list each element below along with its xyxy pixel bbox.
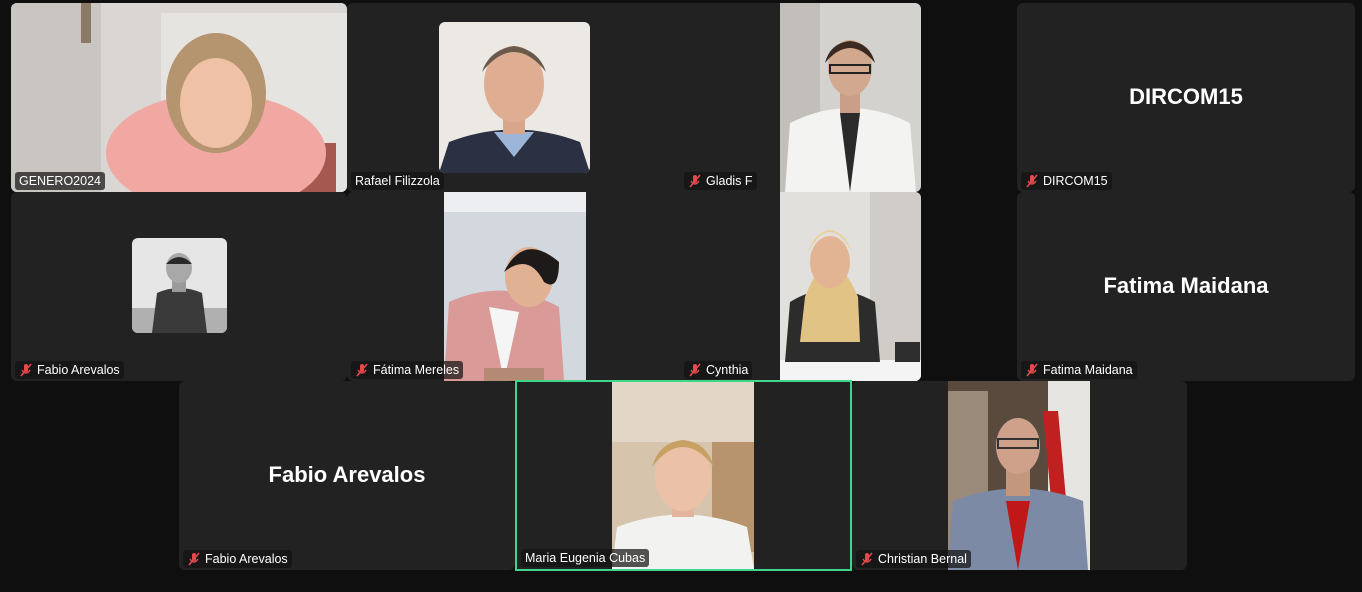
- participant-tile-gladis-f[interactable]: Gladis F: [680, 3, 921, 192]
- participant-tile-maria-eugenia-cubas[interactable]: Maria Eugenia Cubas: [515, 380, 852, 571]
- participant-name: Fabio Arevalos: [205, 552, 288, 566]
- microphone-muted-icon: [355, 363, 369, 377]
- participant-name: Rafael Filizzola: [355, 174, 440, 188]
- participant-video: [11, 3, 347, 192]
- participant-name-label: Fatima Maidana: [1021, 361, 1137, 379]
- participant-name-label: Fabio Arevalos: [183, 550, 292, 568]
- participant-name: Gladis F: [706, 174, 753, 188]
- participant-name-label: Maria Eugenia Cubas: [521, 549, 650, 567]
- participant-name: Fátima Mereles: [373, 363, 460, 377]
- participant-tile-genero2024[interactable]: GENERO2024: [11, 3, 347, 192]
- participant-tile-fabio-arevalos-2[interactable]: Fabio Arevalos Fabio Arevalos: [179, 381, 515, 570]
- participant-name: GENERO2024: [19, 174, 101, 188]
- avatar: [439, 22, 590, 173]
- participant-display-name: Fabio Arevalos: [268, 462, 426, 487]
- participant-name: Fabio Arevalos: [37, 363, 120, 377]
- microphone-muted-icon: [19, 363, 33, 377]
- participant-tile-fatima-maidana[interactable]: Fatima Maidana Fatima Maidana: [1017, 192, 1355, 381]
- participant-video: [780, 192, 921, 381]
- participant-video: [612, 382, 754, 569]
- participant-video: [780, 3, 921, 192]
- participant-tile-christian-bernal[interactable]: Christian Bernal: [852, 381, 1187, 570]
- participant-name-label: Fabio Arevalos: [15, 361, 124, 379]
- participant-name-label: Rafael Filizzola: [351, 172, 444, 190]
- participant-name: Maria Eugenia Cubas: [525, 551, 646, 565]
- participant-name: Cynthia: [706, 363, 749, 377]
- participant-tile-fabio-arevalos[interactable]: Fabio Arevalos: [11, 192, 347, 381]
- participant-video: [444, 192, 586, 381]
- microphone-muted-icon: [688, 174, 702, 188]
- participant-tile-dircom15[interactable]: DIRCOM15 DIRCOM15: [1017, 3, 1355, 192]
- participant-name-label: Fátima Mereles: [351, 361, 464, 379]
- microphone-muted-icon: [187, 552, 201, 566]
- participant-tile-cynthia[interactable]: Cynthia: [680, 192, 921, 381]
- participant-name: DIRCOM15: [1043, 174, 1108, 188]
- participant-name: Fatima Maidana: [1043, 363, 1133, 377]
- participant-name-label: DIRCOM15: [1021, 172, 1112, 190]
- participant-name: Christian Bernal: [878, 552, 967, 566]
- participant-display-name: Fatima Maidana: [1103, 273, 1269, 298]
- microphone-muted-icon: [860, 552, 874, 566]
- avatar: [132, 238, 227, 333]
- microphone-muted-icon: [1025, 174, 1039, 188]
- participant-display-name: DIRCOM15: [1129, 84, 1243, 109]
- participant-name-label: Gladis F: [684, 172, 757, 190]
- participant-video: [948, 381, 1090, 570]
- participant-name-label: Cynthia: [684, 361, 753, 379]
- microphone-muted-icon: [688, 363, 702, 377]
- microphone-muted-icon: [1025, 363, 1039, 377]
- participant-name-label: Christian Bernal: [856, 550, 971, 568]
- participant-name-label: GENERO2024: [15, 172, 105, 190]
